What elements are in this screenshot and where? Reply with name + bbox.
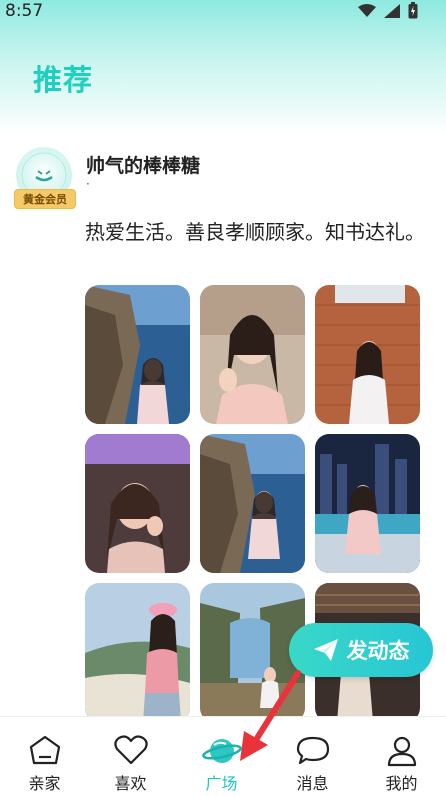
photo-7[interactable] <box>85 583 190 722</box>
status-bar: 8:57 <box>0 0 446 24</box>
planet-icon <box>201 739 242 763</box>
tab-label: 喜欢 <box>114 774 147 793</box>
photo-3[interactable] <box>315 285 420 424</box>
photo-image <box>85 583 190 722</box>
tab-label: 广场 <box>205 774 238 793</box>
page-title: 推荐 <box>33 63 94 97</box>
chat-bubble-icon <box>296 736 329 765</box>
tab-messages[interactable]: 消息 <box>268 717 357 796</box>
photo-6[interactable] <box>315 434 420 573</box>
username[interactable]: 帅气的棒棒糖 <box>86 151 200 178</box>
tab-me[interactable]: 我的 <box>357 717 446 796</box>
status-icons <box>358 2 418 19</box>
battery-icon <box>408 2 418 19</box>
photo-1[interactable] <box>85 285 190 424</box>
status-time: 8:57 <box>5 1 44 21</box>
post-subline: · <box>86 177 90 191</box>
bottom-tab-bar: 亲家 喜欢 广场 消息 我的 <box>0 716 446 796</box>
post-update-button[interactable]: 发动态 <box>289 623 433 677</box>
signal-icon <box>384 3 400 18</box>
photo-5[interactable] <box>200 434 305 573</box>
wifi-icon <box>358 3 376 17</box>
photo-image <box>200 285 305 424</box>
post-header: 黄金会员 帅气的棒棒糖 · <box>14 145 434 215</box>
post-text: 热爱生活。善良孝顺顾家。知书达礼。 <box>85 220 425 244</box>
photo-image <box>85 434 190 573</box>
tab-label: 我的 <box>385 774 418 793</box>
home-icon <box>29 735 60 765</box>
gold-member-badge: 黄金会员 <box>14 189 76 209</box>
photo-4[interactable] <box>85 434 190 573</box>
tab-square[interactable]: 广场 <box>177 717 266 796</box>
paper-plane-icon <box>313 639 338 661</box>
photo-image <box>315 285 420 424</box>
tab-label: 消息 <box>296 774 329 793</box>
photo-image <box>85 285 190 424</box>
tab-label: 亲家 <box>28 774 61 793</box>
post-update-label: 发动态 <box>346 639 410 663</box>
person-icon <box>387 736 416 767</box>
photo-2[interactable] <box>200 285 305 424</box>
photo-image <box>200 434 305 573</box>
tab-family[interactable]: 亲家 <box>0 717 89 796</box>
heart-icon <box>113 735 148 765</box>
photo-image <box>315 434 420 573</box>
tab-like[interactable]: 喜欢 <box>86 717 175 796</box>
